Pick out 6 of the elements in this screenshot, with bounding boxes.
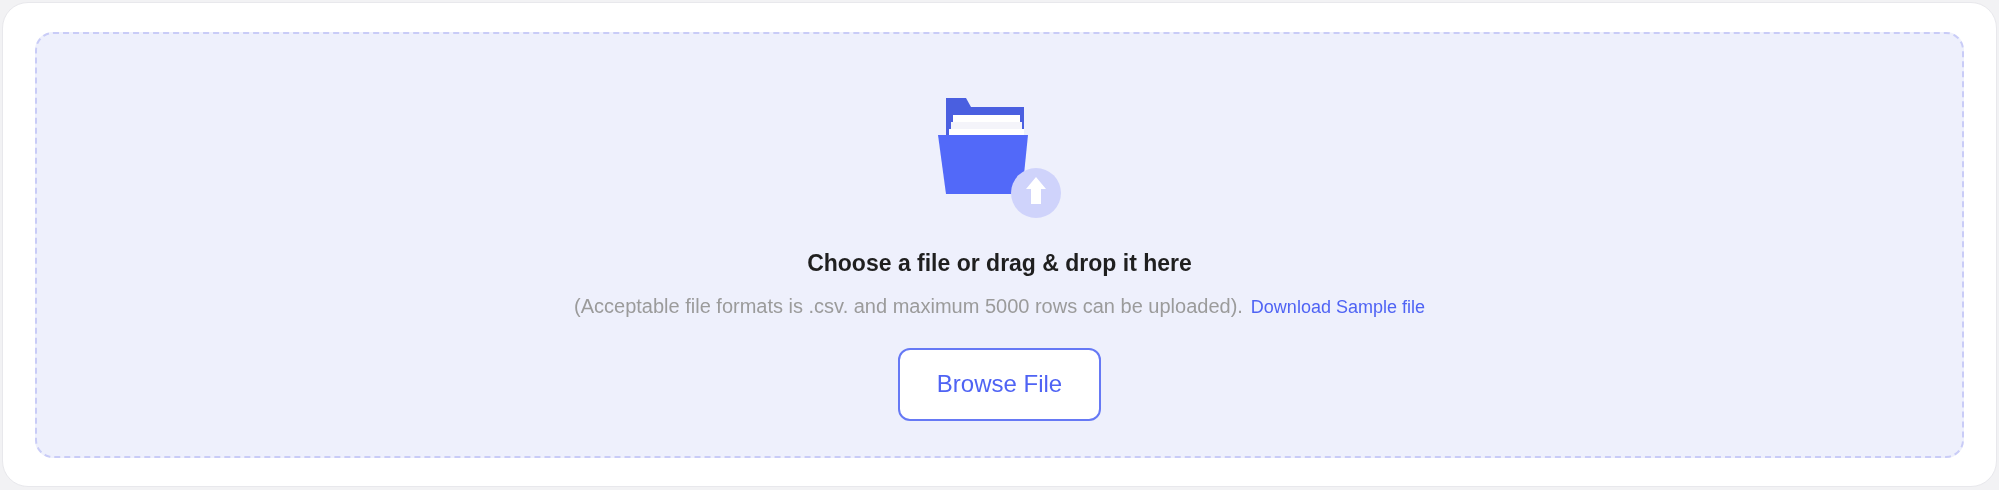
- folder-upload-icon: [937, 98, 1062, 218]
- download-sample-link[interactable]: Download Sample file: [1250, 293, 1425, 321]
- upload-title: Choose a file or drag & drop it here: [807, 249, 1192, 278]
- browse-file-button[interactable]: Browse File: [898, 347, 1101, 421]
- drop-zone[interactable]: Choose a file or drag & drop it here (Acceptable file formats is .csv. and maximum 5000 rows can be uploaded). Download Sample file Browse File: [35, 32, 1964, 458]
- file-format-note: (Acceptable file formats is .csv. and maximum 5000 rows can be uploaded).: [574, 293, 1243, 319]
